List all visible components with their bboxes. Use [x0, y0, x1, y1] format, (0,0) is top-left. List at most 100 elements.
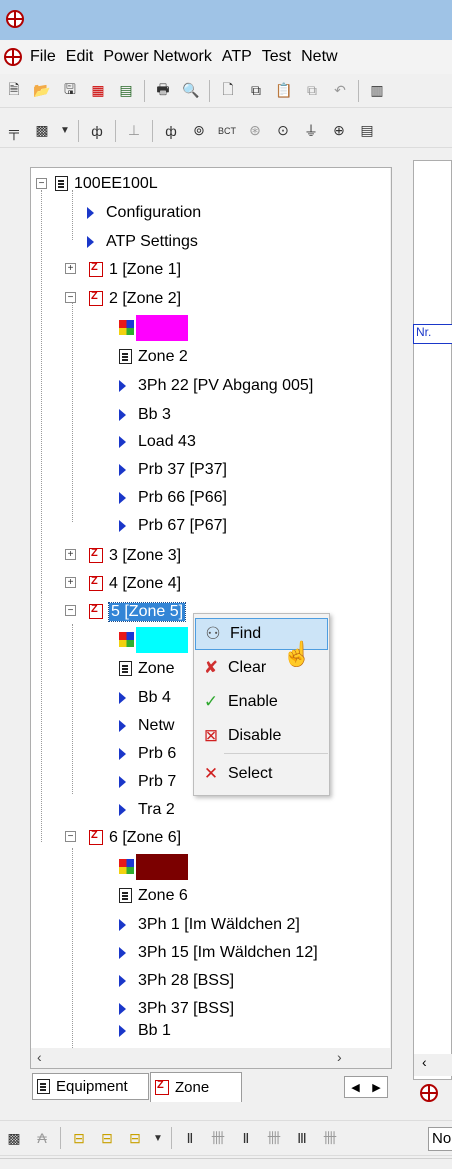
- chevron-down-icon[interactable]: ▼: [152, 1127, 164, 1149]
- tree-item-zone3[interactable]: Z 3 [Zone 3]: [89, 542, 181, 569]
- scroll-left-icon[interactable]: ‹: [37, 1049, 42, 1065]
- switch-icon[interactable]: ф: [160, 120, 182, 142]
- menu-test[interactable]: Test: [257, 48, 296, 66]
- generator-icon[interactable]: ⊛: [244, 120, 266, 142]
- bay1-disabled-icon[interactable]: 卌: [207, 1127, 229, 1149]
- select-box-icon[interactable]: ▩: [3, 1127, 25, 1149]
- new-icon[interactable]: 🗎: [3, 80, 25, 102]
- paste-special-icon[interactable]: ⧉: [301, 80, 323, 102]
- bct-icon[interactable]: BCT: [216, 120, 238, 142]
- meter-icon[interactable]: ⊕: [328, 120, 350, 142]
- tree-item[interactable]: Prb 37 [P37]: [119, 456, 227, 483]
- tab-scroll-buttons[interactable]: ◀ ▶: [344, 1076, 388, 1098]
- menu-file[interactable]: File: [25, 48, 61, 66]
- close-icon: ✕: [203, 764, 219, 783]
- ground-icon[interactable]: ⊥: [123, 120, 145, 142]
- tree-item-zone6-color[interactable]: [119, 853, 188, 880]
- tree-item-zone2-doc[interactable]: Zone 2: [119, 343, 188, 370]
- tree-item-zone6-doc[interactable]: Zone 6: [119, 882, 188, 909]
- tree-item[interactable]: 3Ph 37 [BSS]: [119, 995, 234, 1022]
- tree-item[interactable]: Bb 3: [119, 401, 171, 428]
- diagram-panel[interactable]: Nr. ‹: [413, 160, 452, 1080]
- zone6-collapse-toggle[interactable]: −: [65, 831, 76, 842]
- root-collapse-toggle[interactable]: −: [36, 178, 47, 189]
- menu-edit[interactable]: Edit: [61, 48, 99, 66]
- network-icon[interactable]: ▦: [87, 80, 109, 102]
- motor-icon[interactable]: ⊙: [272, 120, 294, 142]
- tree-vertical-scrollbar[interactable]: [390, 168, 391, 1048]
- tree-item-zone5-doc[interactable]: Zone: [119, 655, 174, 682]
- q1-icon[interactable]: ⊟: [68, 1127, 90, 1149]
- tree-item-zone5[interactable]: Z 5 [Zone 5]: [89, 598, 187, 625]
- transformer-icon[interactable]: ⊚: [188, 120, 210, 142]
- tree-item[interactable]: Prb 67 [P67]: [119, 512, 227, 539]
- tree-item-zone4[interactable]: Z 4 [Zone 4]: [89, 570, 181, 597]
- tab-zone[interactable]: Z Zone: [150, 1072, 242, 1102]
- tree-item-zone5-color[interactable]: [119, 626, 188, 653]
- zone4-expand-toggle[interactable]: +: [65, 577, 76, 588]
- bay3-disabled-icon[interactable]: 卌: [319, 1127, 341, 1149]
- chevron-down-icon[interactable]: ▼: [59, 120, 71, 142]
- hierarchy-icon[interactable]: ▤: [115, 80, 137, 102]
- menu-item-select[interactable]: ✕ Select: [194, 758, 329, 790]
- tree-item-zone1[interactable]: Z 1 [Zone 1]: [89, 256, 181, 283]
- copy-icon[interactable]: ⧉: [245, 80, 267, 102]
- print-icon[interactable]: 🖶: [152, 80, 174, 102]
- tree-item[interactable]: Prb 6: [119, 740, 176, 767]
- tree-item-zone6[interactable]: Z 6 [Zone 6]: [89, 824, 181, 851]
- tree-item[interactable]: Bb 4: [119, 684, 171, 711]
- diagram-scroll-left-icon[interactable]: ‹: [414, 1054, 452, 1076]
- q3-icon[interactable]: ⊟: [124, 1127, 146, 1149]
- menu-network[interactable]: Netw: [296, 48, 342, 66]
- tree-item[interactable]: Tra 2: [119, 796, 175, 823]
- menu-power-network[interactable]: Power Network: [98, 48, 216, 66]
- paste-icon[interactable]: 📋: [273, 80, 295, 102]
- properties-icon[interactable]: ▥: [366, 80, 388, 102]
- search-pattern-icon[interactable]: ₳: [31, 1127, 53, 1149]
- tree-root[interactable]: 100EE100L: [55, 170, 158, 197]
- busbar-icon[interactable]: ╤: [3, 120, 25, 142]
- bay1-icon[interactable]: Ⅱ: [179, 1127, 201, 1149]
- line-icon[interactable]: ф: [86, 120, 108, 142]
- zone1-expand-toggle[interactable]: +: [65, 263, 76, 274]
- open-folder-icon[interactable]: 📂: [31, 80, 53, 102]
- tree-item[interactable]: 3Ph 15 [Im Wäldchen 12]: [119, 939, 318, 966]
- tab-scroll-left-icon[interactable]: ◀: [351, 1081, 359, 1094]
- tree-item[interactable]: Netw: [119, 712, 174, 739]
- menu-atp[interactable]: ATP: [217, 48, 257, 66]
- menu-item-disable[interactable]: ⊠ Disable: [194, 720, 329, 752]
- undo-icon[interactable]: ↶: [329, 80, 351, 102]
- zone2-collapse-toggle[interactable]: −: [65, 292, 76, 303]
- tree-item-configuration[interactable]: Configuration: [87, 199, 201, 226]
- tree-item[interactable]: 3Ph 28 [BSS]: [119, 967, 234, 994]
- system-menu-icon[interactable]: [4, 48, 22, 66]
- tree-item[interactable]: Prb 7: [119, 768, 176, 795]
- tab-equipment[interactable]: Equipment: [32, 1073, 149, 1100]
- bay2-disabled-icon[interactable]: 卌: [263, 1127, 285, 1149]
- tree-item[interactable]: 3Ph 22 [PV Abgang 005]: [119, 372, 313, 399]
- tree-item-atp-settings[interactable]: ATP Settings: [87, 228, 198, 255]
- tree-item[interactable]: Load 43: [119, 428, 196, 455]
- tree-item-zone2[interactable]: Z 2 [Zone 2]: [89, 285, 181, 312]
- report-icon[interactable]: ▤: [356, 120, 378, 142]
- scroll-right-icon[interactable]: ›: [337, 1049, 342, 1065]
- status-field[interactable]: No: [428, 1127, 452, 1151]
- print-preview-icon[interactable]: 🔍: [180, 80, 202, 102]
- fill-color-icon[interactable]: ▩: [31, 120, 53, 142]
- bay2-icon[interactable]: Ⅱ: [235, 1127, 257, 1149]
- earth-icon[interactable]: ⏚: [300, 120, 322, 142]
- menu-item-enable[interactable]: ✓ Enable: [194, 686, 329, 718]
- tree-item-zone2-color[interactable]: [119, 314, 188, 341]
- new-document-icon[interactable]: 🗋: [217, 80, 239, 102]
- tree-item[interactable]: Prb 66 [P66]: [119, 484, 227, 511]
- q2-icon[interactable]: ⊟: [96, 1127, 118, 1149]
- zone3-expand-toggle[interactable]: +: [65, 549, 76, 560]
- tree-item[interactable]: Bb 1: [119, 1023, 171, 1039]
- zone5-collapse-toggle[interactable]: −: [65, 605, 76, 616]
- toolbar-separator: [115, 119, 116, 142]
- tab-scroll-right-icon[interactable]: ▶: [372, 1081, 380, 1094]
- diagram-tab-icon[interactable]: [420, 1084, 438, 1102]
- bay3-icon[interactable]: Ⅲ: [291, 1127, 313, 1149]
- tree-item[interactable]: 3Ph 1 [Im Wäldchen 2]: [119, 911, 300, 938]
- save-icon[interactable]: 🖫: [59, 80, 81, 102]
